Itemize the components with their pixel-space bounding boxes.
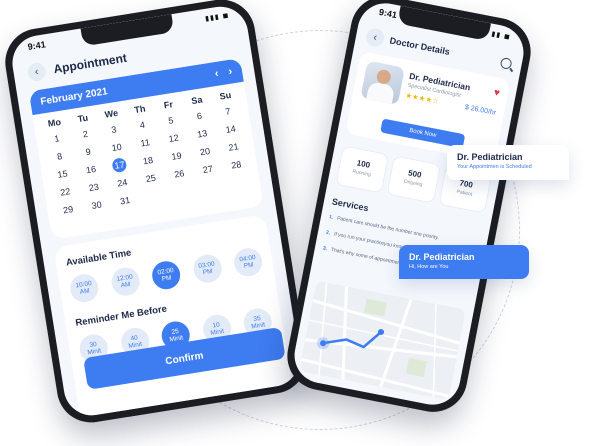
chevron-left-icon: ‹ <box>372 31 379 44</box>
calendar-day[interactable]: 1 <box>42 129 73 147</box>
calendar-day[interactable]: 12 <box>158 129 189 147</box>
doctor-price: $ 26.00/hr <box>464 103 497 117</box>
calendar-day[interactable]: 31 <box>110 192 141 210</box>
calendar-nav: ‹ › <box>214 65 233 80</box>
calendar-day[interactable]: 18 <box>133 151 164 169</box>
calendar-day[interactable]: 25 <box>135 169 166 187</box>
calendar-day[interactable]: 4 <box>127 116 158 134</box>
calendar-day[interactable]: 9 <box>73 143 104 161</box>
location-map[interactable] <box>299 280 466 401</box>
calendar-day[interactable]: 11 <box>130 134 161 152</box>
calendar-day[interactable]: 19 <box>161 147 192 165</box>
time-slot[interactable]: 10:00 AM <box>68 272 101 305</box>
calendar-day[interactable]: 24 <box>107 174 138 192</box>
map-graphic <box>299 280 466 401</box>
prev-month-icon[interactable]: ‹ <box>214 68 220 80</box>
calendar-day[interactable]: 3 <box>99 120 130 138</box>
bubble-message: Your Appointmen is Scheduled <box>457 164 532 170</box>
calendar-day[interactable]: 5 <box>156 111 187 129</box>
appointment-screen: 9:41 ▮▮▮ ◼ ‹ Appointment February 2021 ‹… <box>8 2 304 420</box>
calendar-day[interactable]: 10 <box>101 138 132 156</box>
chat-bubble[interactable]: Dr. Pediatrician Hi, How are You <box>399 245 529 279</box>
search-icon[interactable] <box>499 56 513 70</box>
calendar-day[interactable]: 29 <box>53 201 84 219</box>
bubble-sender: Dr. Pediatrician <box>457 152 523 162</box>
calendar-day[interactable]: 27 <box>192 160 223 178</box>
calendar-day[interactable]: 6 <box>184 107 215 125</box>
calendar-day[interactable]: 28 <box>221 156 252 174</box>
signal-battery-icon: ▮▮▮ ◼ <box>204 12 230 23</box>
weekday-label: Mo <box>47 116 62 129</box>
calendar-day-selected[interactable]: 17 <box>111 157 128 174</box>
status-time: 9:41 <box>26 39 47 52</box>
weekday-label: Tu <box>76 112 89 125</box>
calendar-day[interactable]: 23 <box>78 178 109 196</box>
calendar-day[interactable]: 22 <box>50 183 81 201</box>
back-button[interactable]: ‹ <box>364 26 386 49</box>
calendar-day[interactable]: 26 <box>164 165 195 183</box>
weekday-label: Th <box>133 103 147 116</box>
bubble-sender: Dr. Pediatrician <box>409 252 475 262</box>
calendar-day[interactable]: 15 <box>47 165 78 183</box>
heart-icon[interactable]: ♥ <box>493 87 501 99</box>
back-button[interactable]: ‹ <box>26 61 48 83</box>
weekday-label: Su <box>218 89 232 102</box>
calendar-day[interactable]: 30 <box>81 196 112 214</box>
calendar: February 2021 ‹ › Mo Tu We Th Fr Sa Su 1 2 3 4 5 6 7 8… <box>28 57 264 240</box>
service-number: 3. <box>322 245 328 253</box>
calendar-day[interactable]: 21 <box>218 138 249 156</box>
calendar-day[interactable]: 14 <box>215 120 246 138</box>
calendar-day[interactable]: 7 <box>213 102 244 120</box>
calendar-day[interactable]: 13 <box>187 125 218 143</box>
weekday-label: Fr <box>163 99 174 111</box>
calendar-day[interactable]: 20 <box>190 142 221 160</box>
chat-bubble[interactable]: Dr. Pediatrician Your Appointmen is Sche… <box>447 145 569 180</box>
bubble-message: Hi, How are You <box>409 264 449 270</box>
page-title: Appointment <box>52 50 128 77</box>
signal-battery-icon: ▮▮ ◼ <box>490 30 512 42</box>
time-slot[interactable]: 12:00 AM <box>109 265 142 298</box>
weekday-label: Sa <box>190 94 204 107</box>
stat-card: 100 Running <box>335 145 390 194</box>
status-time: 9:41 <box>378 6 398 21</box>
calendar-day[interactable]: 2 <box>70 125 101 143</box>
calendar-day[interactable]: 8 <box>44 147 75 165</box>
next-month-icon[interactable]: › <box>228 65 234 77</box>
time-slot[interactable]: 02:00 PM <box>150 259 183 292</box>
weekday-label: We <box>103 107 119 120</box>
service-number: 1. <box>328 214 334 221</box>
book-now-button[interactable]: Book Now <box>380 118 466 149</box>
time-slot[interactable]: 03:00 PM <box>191 252 224 285</box>
calendar-day[interactable]: 16 <box>76 160 107 178</box>
time-slot[interactable]: 04:00 PM <box>232 246 265 279</box>
stat-card: 500 Ongoing <box>386 155 441 204</box>
service-number: 2. <box>325 229 331 237</box>
chevron-left-icon: ‹ <box>34 65 40 79</box>
doctor-avatar <box>360 60 405 106</box>
